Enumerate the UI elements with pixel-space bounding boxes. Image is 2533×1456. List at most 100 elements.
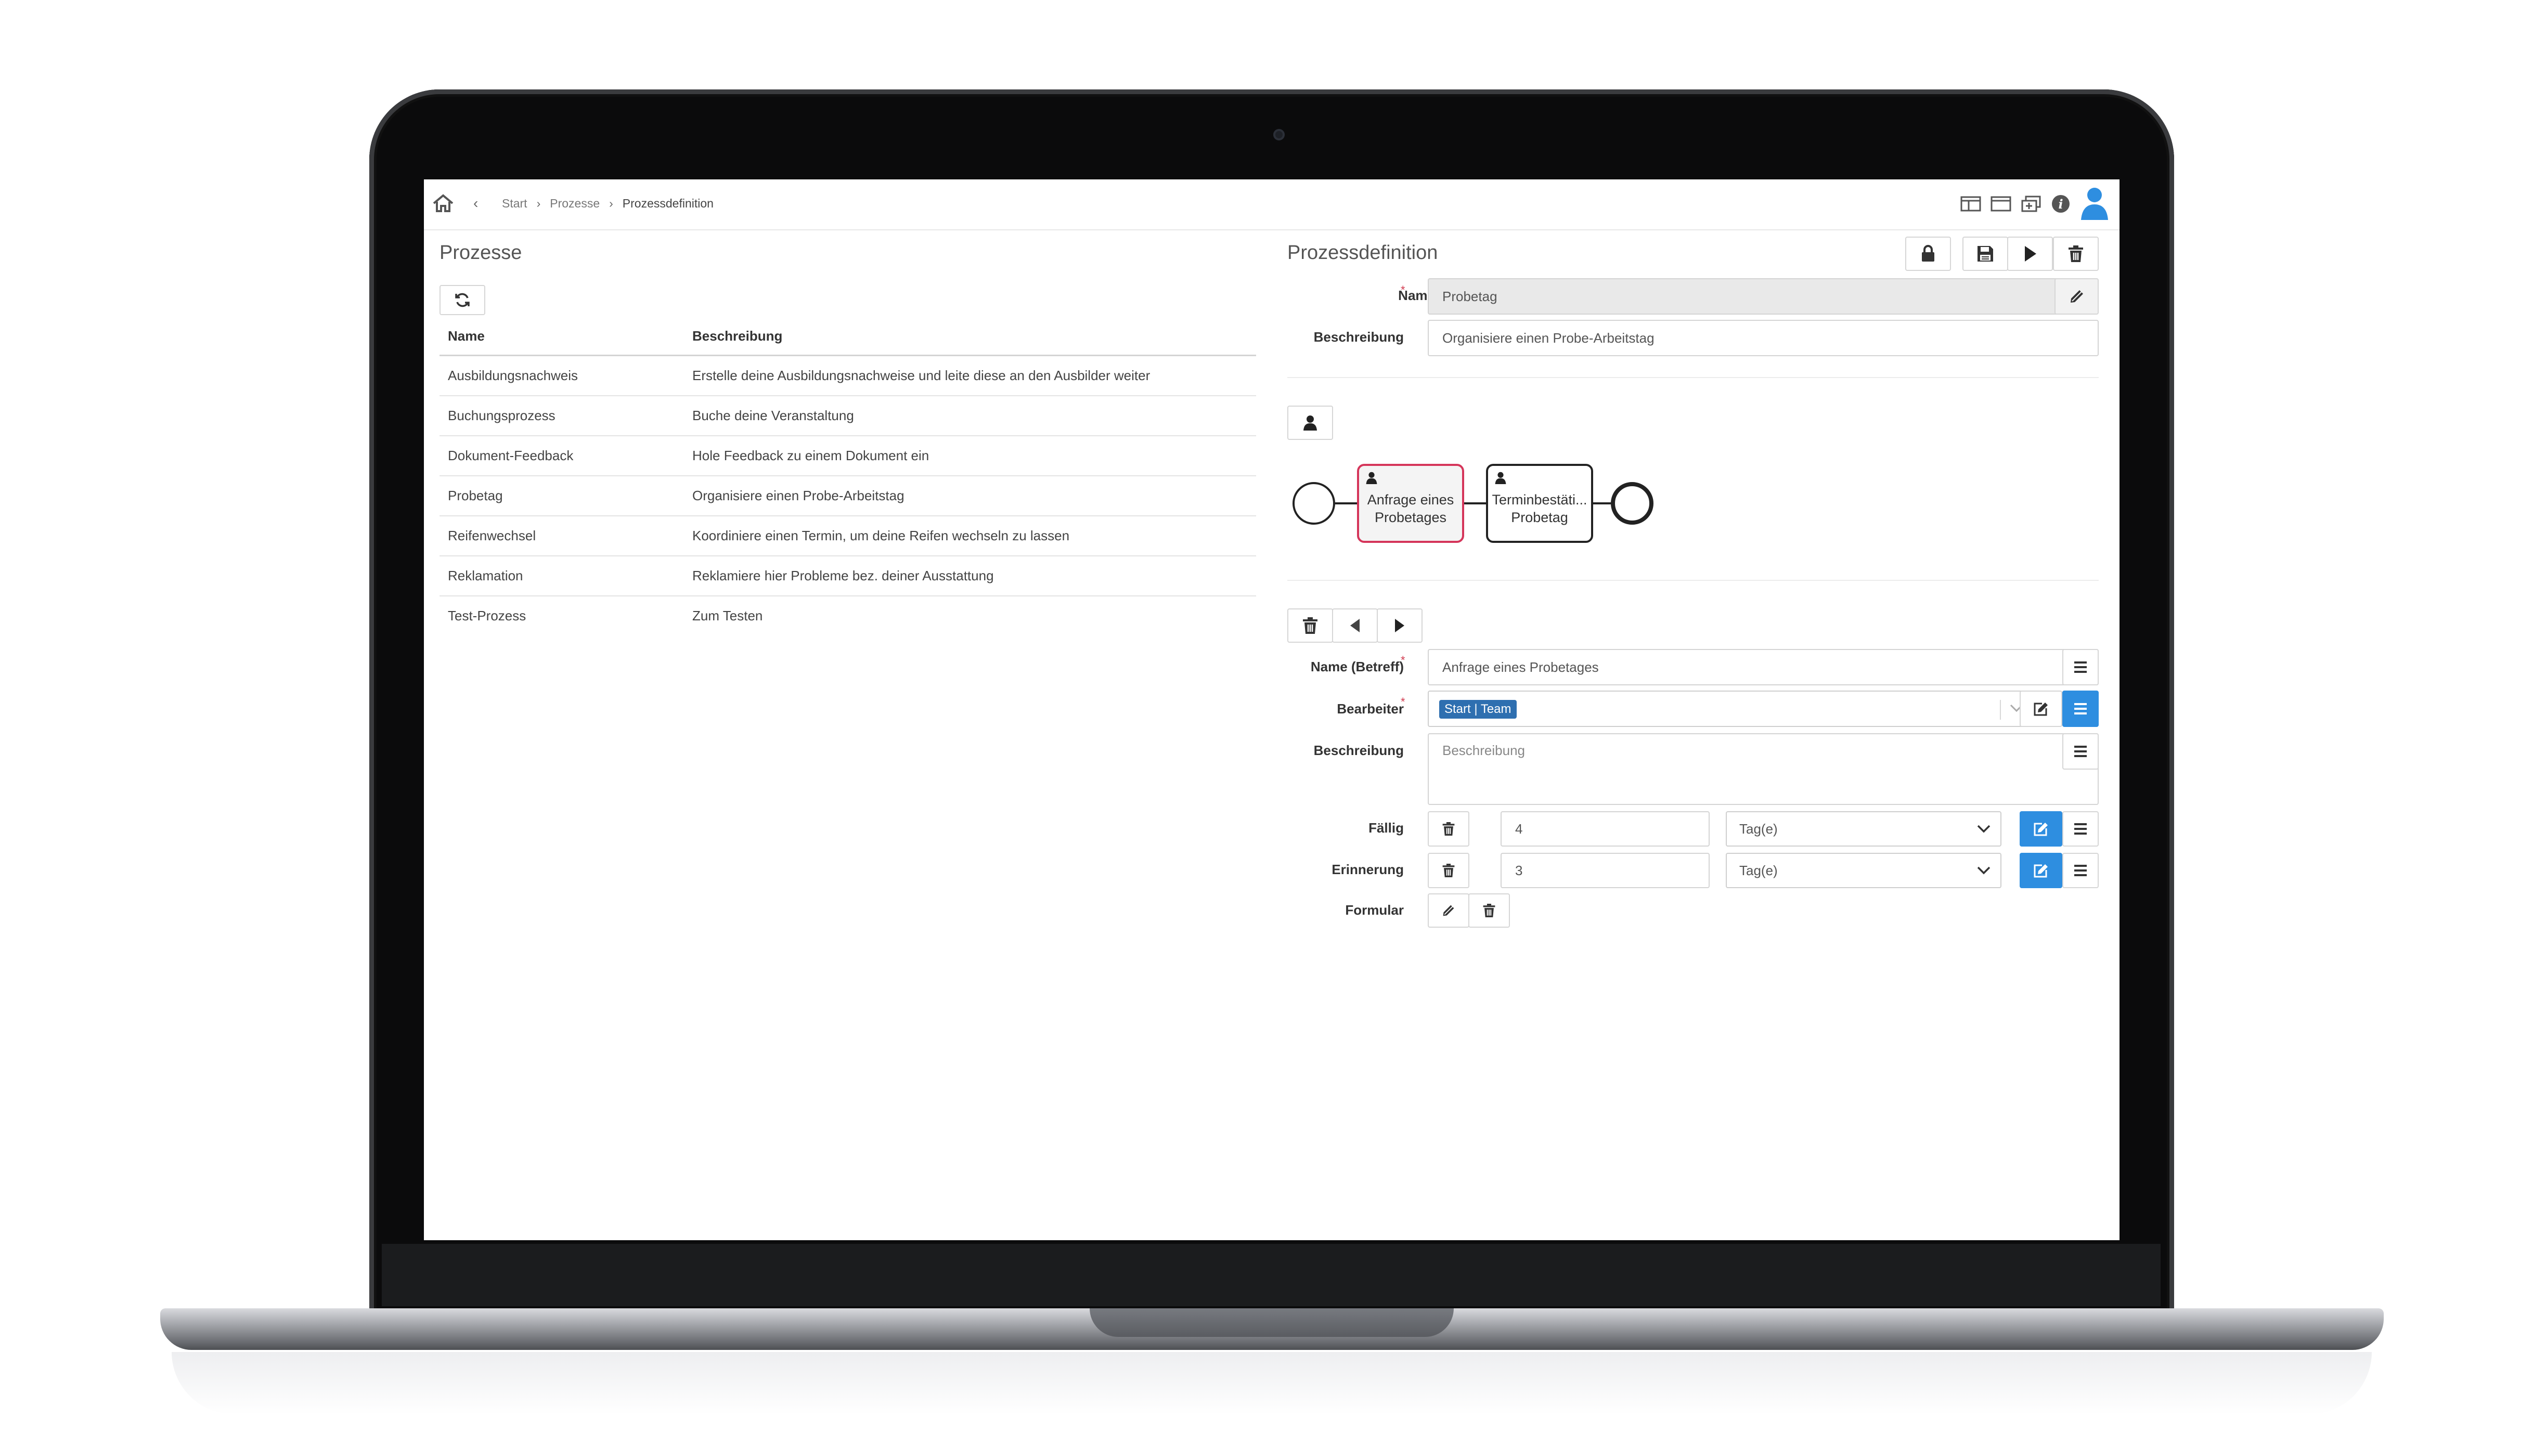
edit-reminder-button[interactable] (2020, 853, 2062, 888)
breadcrumb-start[interactable]: Start (502, 197, 527, 211)
laptop-bezel (382, 1244, 2161, 1306)
edit-icon (2034, 864, 2048, 878)
delete-task-button[interactable] (1287, 608, 1333, 643)
home-icon[interactable] (432, 194, 454, 216)
reminder-label: Erinnerung (1332, 862, 1404, 877)
top-bar: ‹ Start › Prozesse › Prozessdefinition i (424, 179, 2120, 230)
sequence-flow[interactable] (1335, 502, 1357, 504)
table-row[interactable]: Reifenwechsel Koordiniere einen Termin, u… (440, 516, 1256, 556)
previous-task-button[interactable] (1332, 608, 1378, 643)
window-icon[interactable] (1991, 196, 2011, 212)
edit-due-button[interactable] (2020, 811, 2062, 847)
process-name-input[interactable]: Probetag (1428, 278, 2067, 315)
subject-label: Name (Betreff) (1310, 659, 1404, 674)
split-view-icon[interactable] (1960, 196, 1981, 212)
assignee-label: Bearbeiter (1337, 701, 1404, 717)
due-label: Fällig (1368, 820, 1404, 836)
refresh-button[interactable] (440, 285, 485, 315)
new-window-icon[interactable] (2021, 195, 2041, 213)
pen-icon (2070, 290, 2083, 303)
bars-icon (2074, 746, 2087, 757)
top-icons: i (1951, 186, 2109, 222)
column-name[interactable]: Name (440, 317, 684, 356)
name-label: Name (1398, 288, 1435, 303)
due-menu-button[interactable] (2062, 811, 2099, 847)
reminder-menu-button[interactable] (2062, 853, 2099, 888)
trash-icon (1442, 864, 1455, 877)
refresh-icon (455, 293, 470, 307)
due-value-input[interactable]: 4 (1501, 811, 1710, 847)
delete-process-button[interactable] (2053, 237, 2099, 271)
subject-menu-button[interactable] (2062, 649, 2099, 685)
edit-icon (2034, 823, 2048, 836)
reminder-value-input[interactable]: 3 (1501, 853, 1710, 888)
task-label: Anfrage eines Probetages (1359, 491, 1462, 526)
bars-icon (2074, 865, 2087, 876)
sequence-flow[interactable] (1593, 502, 1611, 504)
cell-name: Buchungsprozess (440, 396, 684, 436)
processes-title: Prozesse (440, 242, 522, 264)
play-icon (2025, 246, 2036, 262)
lock-button[interactable] (1905, 237, 1951, 271)
table-row[interactable]: Buchungsprozess Buche deine Veranstaltung (440, 396, 1256, 436)
column-description[interactable]: Beschreibung (684, 317, 1256, 356)
edit-form-button[interactable] (1428, 893, 1469, 928)
description-menu-button[interactable] (2062, 733, 2099, 770)
table-row[interactable]: Test-Prozess Zum Testen (440, 596, 1256, 635)
edit-assignee-button[interactable] (2020, 691, 2062, 727)
task-description-input[interactable]: Beschreibung (1428, 733, 2099, 805)
next-task-button[interactable] (1377, 608, 1423, 643)
breadcrumb-separator-icon: › (536, 197, 541, 210)
assignee-tag[interactable]: Start | Team (1439, 700, 1517, 719)
user-task-icon (1365, 471, 1378, 489)
task-subject-input[interactable]: Anfrage eines Probetages (1428, 649, 2099, 685)
process-description-input[interactable]: Organisiere einen Probe-Arbeitstag (1428, 320, 2099, 356)
edit-icon (2034, 703, 2048, 716)
trash-icon (1483, 904, 1495, 917)
save-icon (1978, 246, 1993, 262)
task-label-line2: Probetages (1374, 510, 1447, 525)
table-row[interactable]: Ausbildungsnachweis Erstelle deine Ausbil… (440, 355, 1256, 396)
cell-description: Buche deine Veranstaltung (684, 396, 1256, 436)
task-anfrage[interactable]: Anfrage eines Probetages (1357, 464, 1464, 543)
divider (1287, 377, 2099, 378)
laptop-notch (1090, 1308, 1454, 1337)
add-user-task-button[interactable] (1287, 406, 1333, 440)
clear-reminder-button[interactable] (1428, 853, 1469, 888)
due-unit-value: Tag(e) (1739, 821, 1778, 837)
run-button[interactable] (2007, 237, 2053, 271)
save-button[interactable] (1962, 237, 2008, 271)
task-description-label: Beschreibung (1313, 743, 1404, 758)
sequence-flow[interactable] (1464, 502, 1486, 504)
cell-name: Dokument-Feedback (440, 436, 684, 476)
cell-description: Reklamiere hier Probleme bez. deiner Aus… (684, 556, 1256, 596)
start-event[interactable] (1293, 482, 1335, 525)
camera (1273, 129, 1285, 140)
pen-icon (1443, 905, 1454, 916)
chevron-left-icon[interactable]: ‹ (473, 195, 478, 212)
table-header: Name Beschreibung (440, 317, 1256, 356)
trash-icon (2069, 245, 2083, 262)
caret-right-icon (1395, 619, 1404, 632)
chevron-down-icon (1976, 822, 1991, 838)
task-label-line1: Anfrage eines (1367, 492, 1454, 508)
user-avatar-icon[interactable] (2080, 186, 2109, 222)
assignee-select[interactable]: Start | Team (1428, 691, 2034, 727)
task-terminbestaetigung[interactable]: Terminbestäti... Probetag (1486, 464, 1593, 543)
process-table: Name Beschreibung Ausbildungsnachweis Ers… (440, 317, 1256, 635)
info-icon[interactable]: i (2051, 194, 2071, 214)
assignee-menu-button[interactable] (2062, 691, 2099, 727)
delete-form-button[interactable] (1468, 893, 1510, 928)
edit-name-button[interactable] (2054, 278, 2099, 315)
end-event[interactable] (1611, 482, 1653, 525)
clear-due-button[interactable] (1428, 811, 1469, 847)
task-label-line1: Terminbestäti... (1492, 492, 1587, 508)
cell-name: Probetag (440, 476, 684, 516)
breadcrumb-prozesse[interactable]: Prozesse (550, 197, 600, 211)
user-icon (1303, 415, 1317, 431)
reminder-unit-select[interactable]: Tag(e) (1726, 853, 2001, 888)
table-row[interactable]: Dokument-Feedback Hole Feedback zu einem … (440, 436, 1256, 476)
due-unit-select[interactable]: Tag(e) (1726, 811, 2001, 847)
table-row[interactable]: Probetag Organisiere einen Probe-Arbeitst… (440, 476, 1256, 516)
table-row[interactable]: Reklamation Reklamiere hier Probleme bez.… (440, 556, 1256, 596)
